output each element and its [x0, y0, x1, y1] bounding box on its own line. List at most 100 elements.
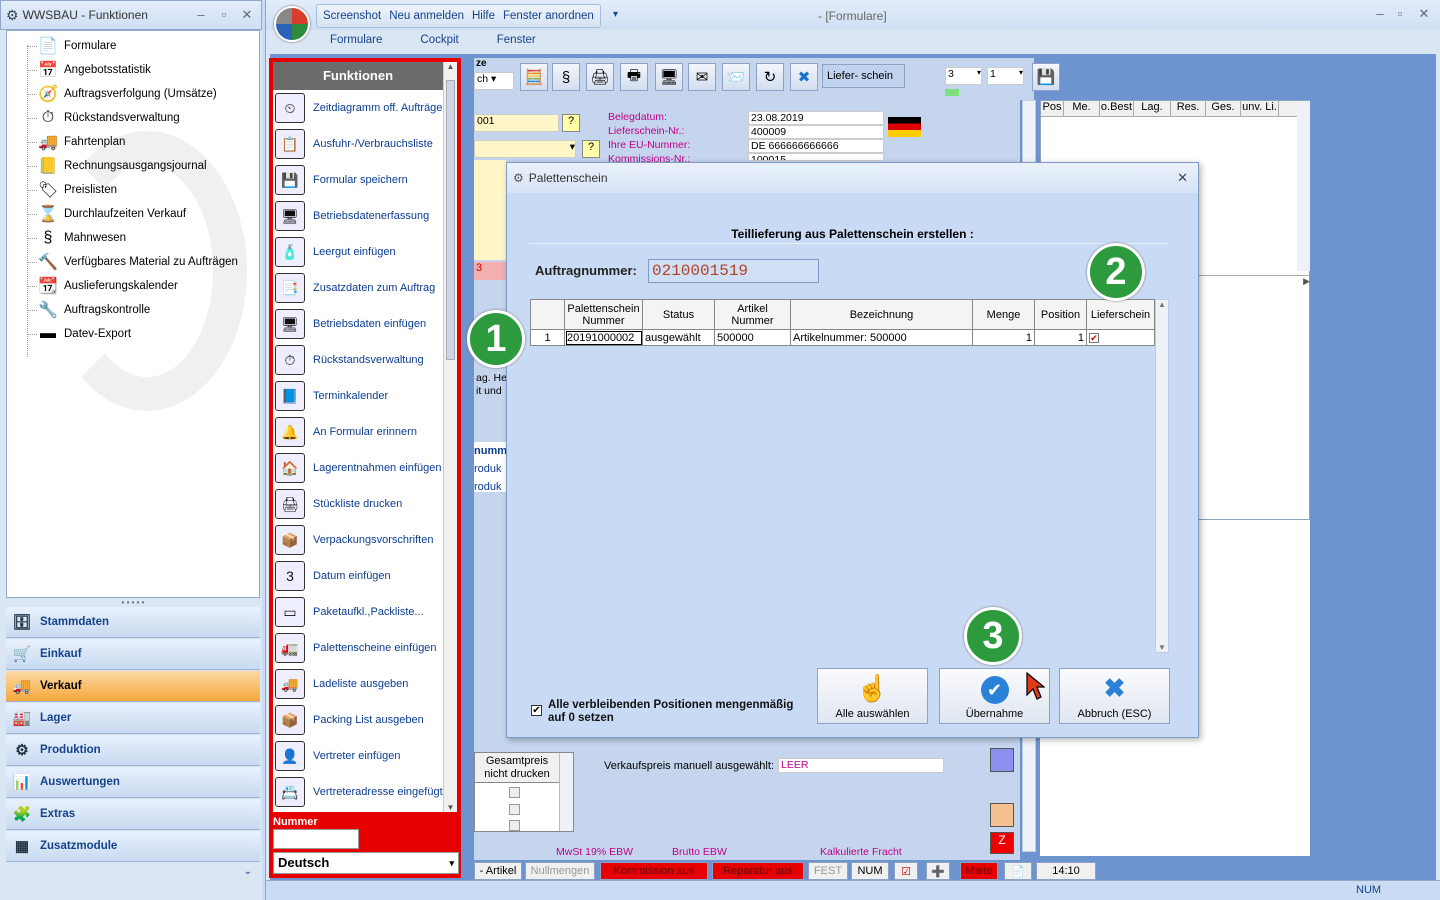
tree-item[interactable]: § Mahnwesen: [27, 226, 126, 250]
partial-combo-2[interactable]: ▾: [474, 140, 576, 158]
cell-lieferschein[interactable]: ✔: [1086, 329, 1155, 346]
main-minimize-icon[interactable]: –: [1370, 6, 1390, 21]
grid-column-header[interactable]: Menge: [972, 299, 1035, 330]
scroll-up-icon[interactable]: ▲: [1156, 300, 1168, 309]
tree-item[interactable]: 📅 Angebotsstatistik: [27, 58, 151, 82]
grid-column-header[interactable]: Bezeichnung: [790, 299, 973, 330]
maximize-icon[interactable]: ▫: [214, 7, 234, 22]
cell-idx[interactable]: 1: [530, 329, 565, 346]
form-field-value[interactable]: 23.08.2019: [748, 111, 884, 125]
tree-item[interactable]: 📆 Auslieferungskalender: [27, 274, 178, 298]
cell-bezeichnung[interactable]: Artikelnummer: 500000: [790, 329, 973, 346]
lookup-icon-2[interactable]: ?: [582, 140, 600, 158]
splitter-handle[interactable]: • • • • •: [6, 598, 260, 607]
nav-button-auswertungen[interactable]: 📊 Auswertungen: [6, 767, 260, 798]
quick-access-dropdown-icon[interactable]: ▾: [613, 9, 618, 20]
nav-button-stammdaten[interactable]: 🗄 Stammdaten: [6, 607, 260, 638]
german-flag-icon[interactable]: [888, 117, 921, 137]
menu-arrange-windows[interactable]: Fenster anordnen: [503, 10, 594, 22]
menu-relogin[interactable]: Neu anmelden: [389, 10, 464, 22]
dialog-close-icon[interactable]: ✕: [1177, 170, 1188, 186]
monitor-icon[interactable]: 🖥: [655, 63, 683, 91]
scroll-down-icon[interactable]: ▼: [1156, 643, 1168, 652]
print-icon[interactable]: 🖨: [586, 63, 614, 91]
nav-button-einkauf[interactable]: 🛒 Einkauf: [6, 639, 260, 670]
language-select[interactable]: Deutsch ▾: [273, 852, 459, 874]
function-item[interactable]: 📋 Ausfuhr-/Verbrauchsliste: [273, 126, 443, 162]
grid-column-header[interactable]: Ges.: [1206, 101, 1241, 116]
functions-window-titlebar[interactable]: ⚙ WWSBAU - Funktionen – ▫ ✕: [0, 0, 262, 30]
function-item[interactable]: 📑 Zusatzdaten zum Auftrag: [273, 270, 443, 306]
tree-item[interactable]: ▬ Datev-Export: [27, 322, 131, 346]
partial-combo[interactable]: ch ▾: [474, 72, 514, 90]
grid-column-header[interactable]: Lag.: [1134, 101, 1171, 116]
cell-status[interactable]: ausgewählt: [642, 329, 715, 346]
partial-number-field[interactable]: 001: [474, 114, 559, 132]
function-item[interactable]: 📘 Terminkalender: [273, 378, 443, 414]
printer-icon[interactable]: 🖶: [620, 63, 648, 91]
scroll-up-icon[interactable]: ▲: [444, 62, 457, 71]
menu-help[interactable]: Hilfe: [472, 10, 495, 22]
scroll-down-icon[interactable]: ▼: [444, 803, 457, 812]
copies-combo-1[interactable]: 3 ▾: [945, 67, 982, 85]
nav-button-zusatzmodule[interactable]: ▦ Zusatzmodule: [6, 831, 260, 862]
gesamtpreis-scrollbar[interactable]: [559, 753, 573, 831]
function-item[interactable]: 3 Datum einfügen: [273, 558, 443, 594]
tree-item[interactable]: 🏷 Preislisten: [27, 178, 117, 202]
functions-scrollbar[interactable]: ▲ ▼: [443, 62, 457, 812]
grid-column-header[interactable]: Artikel Nummer: [714, 299, 791, 330]
grid-column-header[interactable]: Res.: [1171, 101, 1206, 116]
grid-column-header[interactable]: o.Best: [1100, 101, 1134, 116]
tree-item[interactable]: 📒 Rechnungsausgangsjournal: [27, 154, 207, 178]
function-item[interactable]: 📦 Verpackungsvorschriften: [273, 522, 443, 558]
table-checkbox[interactable]: [509, 804, 520, 815]
table-checkbox[interactable]: [509, 820, 520, 831]
lookup-icon[interactable]: ?: [562, 114, 580, 132]
main-close-icon[interactable]: ✕: [1414, 6, 1434, 22]
refresh-icon[interactable]: ↻: [756, 63, 784, 91]
grid-column-header[interactable]: [530, 299, 565, 330]
menu-formulare[interactable]: Formulare: [330, 34, 382, 46]
cancel-toolbar-icon[interactable]: ✖: [790, 63, 818, 91]
grid-scrollbar[interactable]: ▲ ▼: [1155, 299, 1169, 653]
tree-item[interactable]: 🔧 Auftragskontrolle: [27, 298, 150, 322]
save-icon[interactable]: 💾: [1032, 63, 1060, 91]
nav-button-extras[interactable]: 🧩 Extras: [6, 799, 260, 830]
color-swatch-orange[interactable]: [990, 803, 1014, 827]
mail-settings-icon[interactable]: 📨: [722, 63, 750, 91]
grid-column-header[interactable]: Lieferschein: [1086, 299, 1155, 330]
vk-manual-value[interactable]: LEER: [778, 758, 944, 773]
calculator-icon[interactable]: 🧮: [520, 63, 548, 91]
function-item[interactable]: 🔔 An Formular erinnern: [273, 414, 443, 450]
function-item[interactable]: 🖨 Stückliste drucken: [273, 486, 443, 522]
dunning-toolbar-icon[interactable]: §: [552, 63, 580, 91]
nav-overflow-chevron-icon[interactable]: ⌄: [6, 866, 260, 886]
grid-column-header[interactable]: Pos: [1041, 101, 1064, 116]
form-field-value[interactable]: 100015: [748, 153, 884, 161]
main-maximize-icon[interactable]: ▫: [1390, 6, 1410, 21]
cell-position[interactable]: 1: [1034, 329, 1087, 346]
positions-grid-scrollbar[interactable]: [1297, 101, 1310, 271]
close-icon[interactable]: ✕: [237, 7, 257, 23]
grid-column-header[interactable]: Palettenschein Nummer: [564, 299, 643, 330]
lieferschein-toolbar-button[interactable]: Liefer- schein: [822, 64, 905, 88]
function-item[interactable]: 💾 Formular speichern: [273, 162, 443, 198]
tree-item[interactable]: ⌛ Durchlaufzeiten Verkauf: [27, 202, 186, 226]
table-checkbox[interactable]: [509, 787, 520, 798]
grid-column-header[interactable]: Position: [1034, 299, 1087, 330]
menu-fenster[interactable]: Fenster: [497, 34, 536, 46]
grid-column-header[interactable]: unv. Li.: [1241, 101, 1279, 116]
grid-column-header[interactable]: Me.: [1064, 101, 1100, 116]
nav-button-verkauf[interactable]: 🚚 Verkauf: [6, 671, 260, 702]
copies-combo-2[interactable]: 1 ▾: [987, 67, 1024, 85]
function-item[interactable]: 🖥 Betriebsdaten einfügen: [273, 306, 443, 342]
nav-button-produktion[interactable]: ⚙ Produktion: [6, 735, 260, 766]
select-all-button[interactable]: ☝ Alle auswählen: [817, 668, 928, 724]
scroll-thumb[interactable]: [446, 80, 455, 360]
color-swatch-blue[interactable]: [990, 748, 1014, 772]
function-item[interactable]: 👤 Vertreter einfügen: [273, 738, 443, 774]
cancel-button[interactable]: ✖ Abbruch (ESC): [1059, 668, 1170, 724]
cell-menge[interactable]: 1: [972, 329, 1035, 346]
function-item[interactable]: ⏲ Zeitdiagramm off. Aufträge: [273, 90, 443, 126]
scroll-right-icon[interactable]: ▶: [1191, 275, 1310, 289]
